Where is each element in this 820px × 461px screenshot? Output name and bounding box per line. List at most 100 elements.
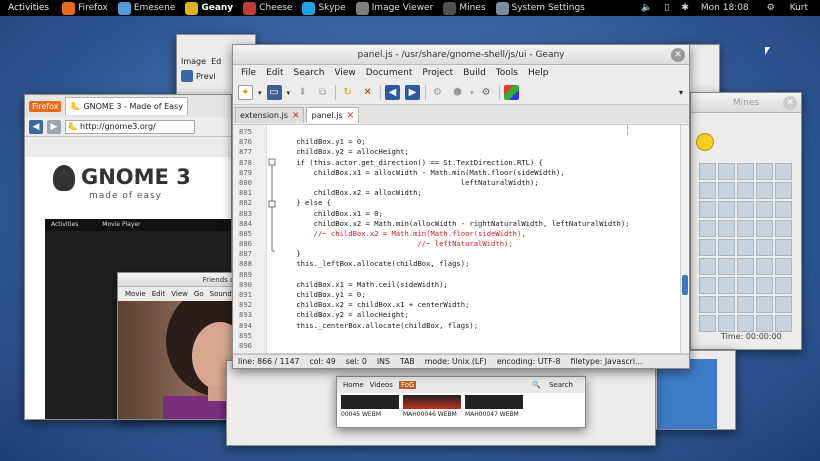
file-label[interactable]: 00045 WEBM — [341, 411, 403, 418]
open-file-icon[interactable]: ▭ — [266, 85, 282, 100]
code-line[interactable]: childBox.x2 = allocWidth; — [279, 188, 689, 198]
fold-margin[interactable] — [267, 125, 277, 353]
menu-help[interactable]: Help — [523, 68, 554, 78]
code-line[interactable]: //~ leftNaturalWidth); — [279, 239, 689, 249]
menu-document[interactable]: Document — [361, 68, 418, 78]
player-menu-sound[interactable]: Sound — [207, 290, 235, 298]
mine-cell[interactable] — [756, 201, 773, 218]
mine-cell[interactable] — [699, 220, 716, 237]
mines-window[interactable]: Mines ✕ Time: 00:00:00 — [690, 92, 802, 350]
mine-cell[interactable] — [699, 258, 716, 275]
code-line[interactable]: childBox.y2 = allocHeight; — [279, 147, 689, 157]
scrollbar-thumb[interactable] — [682, 275, 688, 295]
code-line[interactable]: //~ childBox.x2 = Math.min(Math.floor(si… — [279, 229, 689, 239]
build-dropdown-icon[interactable]: ▾ — [470, 89, 474, 97]
run-icon[interactable]: ⚙ — [479, 85, 494, 100]
mine-cell[interactable] — [775, 163, 792, 180]
mine-cell[interactable] — [718, 277, 735, 294]
back-icon[interactable]: ◀ — [29, 119, 43, 134]
url-input[interactable]: 🦶 http://gnome3.org/ — [65, 119, 195, 134]
code-line[interactable]: childBox.x2 = Math.min(allocWidth - righ… — [279, 219, 689, 229]
save-icon[interactable]: ⬇ — [295, 85, 310, 100]
geany-window[interactable]: panel.js - /usr/share/gnome-shell/js/ui … — [232, 44, 690, 369]
menu-search[interactable]: Search — [289, 68, 330, 78]
task-image-viewer[interactable]: Image Viewer — [351, 0, 439, 16]
reload-icon[interactable]: ↻ — [340, 85, 355, 100]
build-icon[interactable]: ⬢ — [450, 85, 465, 100]
toolbar-overflow-icon[interactable]: ▾ — [679, 88, 683, 97]
mine-cell[interactable] — [737, 182, 754, 199]
mine-cell[interactable] — [737, 201, 754, 218]
menu-view[interactable]: View — [329, 68, 360, 78]
edit-menu[interactable]: Ed — [211, 57, 221, 66]
tab-extension-js[interactable]: extension.js ✕ — [235, 107, 305, 123]
tab-panel-js[interactable]: panel.js ✕ — [306, 107, 360, 123]
firefox-menu-button[interactable]: Firefox — [29, 100, 62, 112]
smiley-button[interactable] — [696, 133, 714, 151]
mine-cell[interactable] — [775, 296, 792, 313]
path-fog[interactable]: FoG — [398, 381, 417, 389]
new-file-icon[interactable]: ✦ — [238, 85, 253, 100]
close-icon[interactable]: ✕ — [671, 48, 685, 62]
code-text[interactable]: childBox.y1 = 0; childBox.y2 = allocHeig… — [277, 125, 689, 353]
mine-cell[interactable] — [775, 220, 792, 237]
file-browser-window[interactable]: Home Videos FoG 🔍 Search 00045 WEBM MAH0… — [336, 376, 586, 428]
clock[interactable]: Mon 18:08 — [695, 3, 755, 13]
code-line[interactable] — [279, 331, 689, 341]
mine-field[interactable] — [699, 163, 792, 332]
code-line[interactable]: this._leftBox.allocate(childBox, flags); — [279, 259, 689, 269]
bluetooth-icon[interactable]: ✱ — [675, 3, 695, 13]
network-icon[interactable]: ▯ — [658, 3, 675, 13]
mine-cell[interactable] — [756, 258, 773, 275]
mine-cell[interactable] — [699, 277, 716, 294]
code-line[interactable] — [279, 270, 689, 280]
mine-cell[interactable] — [775, 182, 792, 199]
menu-file[interactable]: File — [236, 68, 261, 78]
firefox-tab[interactable]: 🦶 GNOME 3 - Made of Easy — [65, 97, 188, 115]
file-thumbnail[interactable] — [403, 395, 461, 409]
close-icon[interactable]: ✕ — [347, 111, 355, 121]
code-line[interactable]: } else { — [279, 198, 689, 208]
code-line[interactable]: } — [279, 249, 689, 259]
code-line[interactable]: if (this.actor.get_direction() == St.Tex… — [279, 158, 689, 168]
code-editor[interactable]: 875 876 877 878 879 880 881 882 883 884 885 886 887 8… — [233, 124, 689, 354]
mine-cell[interactable] — [718, 220, 735, 237]
navigate-back-icon[interactable]: ◀ — [385, 85, 401, 100]
code-line[interactable]: childBox.x1 = Math.ceil(sideWidth); — [279, 280, 689, 290]
mine-cell[interactable] — [775, 277, 792, 294]
task-cheese[interactable]: Cheese — [238, 0, 297, 16]
player-menu-edit[interactable]: Edit — [149, 290, 169, 298]
code-line[interactable]: childBox.x1 = 0; — [279, 209, 689, 219]
activities-button[interactable]: Activities — [0, 3, 57, 13]
previous-label[interactable]: Previ — [196, 72, 216, 81]
save-all-icon[interactable]: ⧉ — [315, 85, 330, 100]
code-line[interactable] — [279, 341, 689, 351]
code-line[interactable]: childBox.y1 = 0; — [279, 290, 689, 300]
player-menu-view[interactable]: View — [168, 290, 191, 298]
mine-cell[interactable] — [718, 201, 735, 218]
task-skype[interactable]: Skype — [297, 0, 350, 16]
mine-cell[interactable] — [775, 315, 792, 332]
navigate-forward-icon[interactable]: ▶ — [405, 85, 421, 100]
code-line[interactable]: leftNaturalWidth); — [279, 178, 689, 188]
task-mines[interactable]: Mines — [438, 0, 490, 16]
geany-titlebar[interactable]: panel.js - /usr/share/gnome-shell/js/ui … — [233, 45, 689, 65]
mine-cell[interactable] — [737, 315, 754, 332]
mine-cell[interactable] — [756, 220, 773, 237]
code-line[interactable]: this._centerBox.allocate(childBox, flags… — [279, 321, 689, 331]
mine-cell[interactable] — [718, 239, 735, 256]
mine-cell[interactable] — [737, 163, 754, 180]
mine-cell[interactable] — [775, 258, 792, 275]
new-dropdown-icon[interactable]: ▾ — [258, 89, 262, 97]
mine-cell[interactable] — [718, 182, 735, 199]
mine-cell[interactable] — [718, 296, 735, 313]
search-button[interactable]: 🔍 Search — [532, 381, 579, 389]
task-system-settings[interactable]: System Settings — [491, 0, 590, 16]
code-line[interactable]: childBox.x2 = childBox.x1 + centerWidth; — [279, 300, 689, 310]
code-line[interactable]: childBox.x1 = allocWidth - Math.min(Math… — [279, 168, 689, 178]
mine-cell[interactable] — [756, 315, 773, 332]
user-menu[interactable]: ⚙ Kurt — [755, 3, 820, 13]
volume-icon[interactable]: 🔈 — [635, 3, 658, 13]
file-thumbnail[interactable] — [341, 395, 399, 409]
mine-cell[interactable] — [737, 258, 754, 275]
